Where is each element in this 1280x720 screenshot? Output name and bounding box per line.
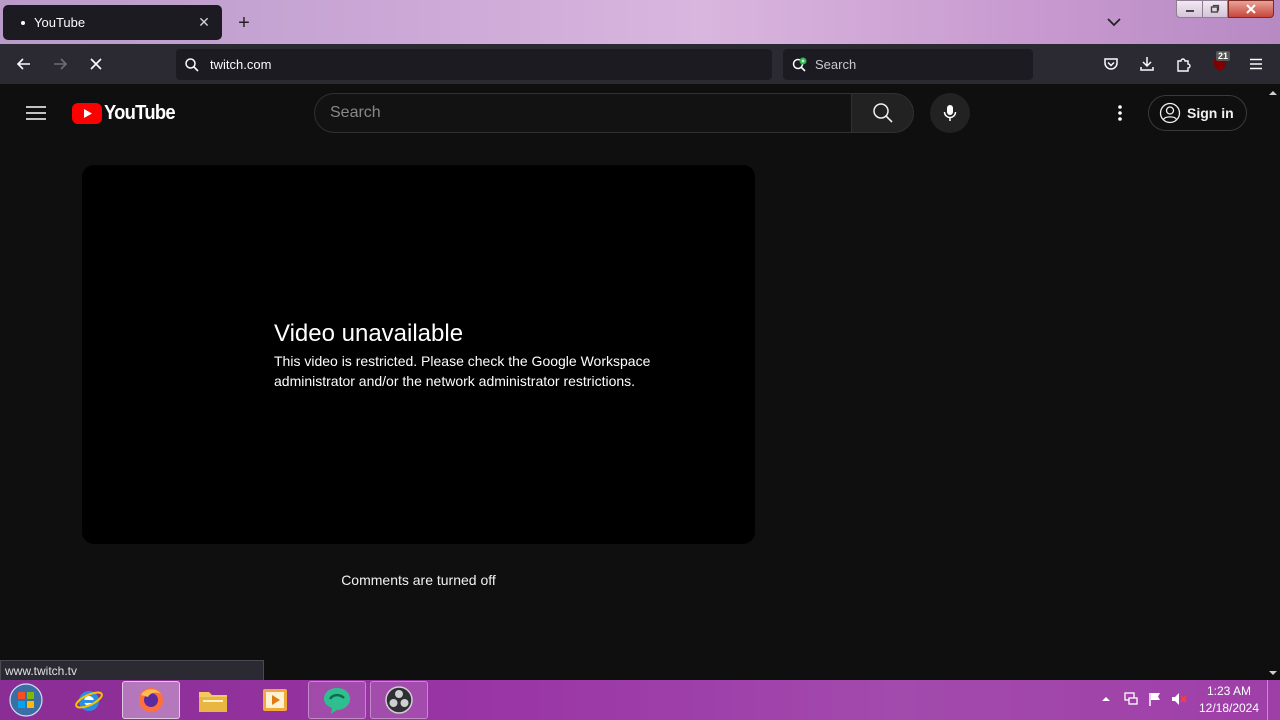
folder-icon bbox=[199, 692, 227, 712]
extension-count-badge: 21 bbox=[1216, 51, 1231, 61]
taskbar-file-explorer[interactable] bbox=[184, 681, 242, 719]
network-icon[interactable] bbox=[1122, 690, 1140, 708]
voice-search-button[interactable] bbox=[930, 93, 970, 133]
youtube-page: YouTube Search Sign in Video unavailable… bbox=[0, 84, 1266, 680]
comments-status: Comments are turned off bbox=[341, 572, 496, 588]
search-icon bbox=[185, 57, 199, 72]
scroll-up-icon[interactable] bbox=[1268, 88, 1278, 98]
taskbar-obs-studio[interactable] bbox=[370, 681, 428, 719]
tab-youtube[interactable]: YouTube ✕ bbox=[3, 5, 222, 40]
youtube-search-input[interactable]: Search bbox=[314, 93, 851, 133]
link-status-bar: www.twitch.tv bbox=[0, 660, 264, 682]
tab-close-icon[interactable]: ✕ bbox=[196, 14, 212, 31]
internet-explorer-icon bbox=[75, 691, 103, 711]
taskbar-firefox[interactable] bbox=[122, 681, 180, 719]
back-arrow-icon[interactable] bbox=[12, 52, 36, 76]
start-button[interactable] bbox=[4, 681, 48, 719]
browser-titlebar: YouTube ✕ + bbox=[0, 0, 1280, 44]
tab-title: YouTube bbox=[34, 15, 86, 30]
hamburger-menu-icon[interactable] bbox=[1246, 54, 1266, 74]
windows-taskbar: 1:23 AM 12/18/2024 bbox=[0, 680, 1280, 720]
windows-orb-icon bbox=[9, 683, 43, 717]
downloads-icon[interactable] bbox=[1137, 54, 1157, 74]
scroll-down-icon[interactable] bbox=[1268, 668, 1278, 678]
taskbar-chat-app[interactable] bbox=[308, 681, 366, 719]
taskbar-internet-explorer[interactable] bbox=[60, 681, 118, 719]
error-message: This video is restricted. Please check t… bbox=[274, 353, 651, 389]
firefox-icon bbox=[139, 688, 163, 712]
window-close-button[interactable] bbox=[1228, 0, 1274, 18]
stop-loading-icon[interactable] bbox=[84, 52, 108, 76]
window-restore-button[interactable] bbox=[1202, 0, 1228, 18]
error-title: Video unavailable bbox=[274, 320, 464, 347]
media-player-icon bbox=[263, 689, 287, 711]
list-all-tabs-icon[interactable] bbox=[1104, 12, 1124, 32]
more-options-icon[interactable] bbox=[1108, 101, 1132, 125]
address-bar[interactable]: twitch.com bbox=[176, 49, 772, 80]
page-scrollbar[interactable] bbox=[1266, 84, 1280, 680]
extensions-icon[interactable] bbox=[1174, 54, 1194, 74]
browser-search-placeholder: Search bbox=[815, 57, 857, 72]
show-hidden-icons-icon[interactable] bbox=[1097, 690, 1115, 708]
browser-toolbar: twitch.com Search 21 bbox=[0, 44, 1280, 84]
volume-muted-icon[interactable] bbox=[1170, 690, 1188, 708]
address-bar-url: twitch.com bbox=[210, 57, 272, 72]
guide-menu-icon[interactable] bbox=[24, 101, 48, 125]
sign-in-button[interactable]: Sign in bbox=[1148, 95, 1247, 131]
chat-bubble-icon bbox=[324, 688, 350, 714]
pocket-icon[interactable] bbox=[1101, 54, 1121, 74]
action-center-flag-icon[interactable] bbox=[1146, 690, 1164, 708]
forward-arrow-icon[interactable] bbox=[48, 52, 72, 76]
taskbar-media-player[interactable] bbox=[246, 681, 304, 719]
loading-dot-icon bbox=[21, 20, 25, 25]
new-tab-button[interactable]: + bbox=[232, 12, 256, 34]
obs-icon bbox=[385, 686, 413, 714]
window-minimize-button[interactable] bbox=[1176, 0, 1202, 18]
video-player[interactable]: Video unavailable This video is restrict… bbox=[82, 165, 755, 544]
youtube-wordmark: YouTube bbox=[104, 101, 176, 124]
clock-date: 12/18/2024 bbox=[1198, 701, 1260, 715]
clock-time: 1:23 AM bbox=[1206, 684, 1252, 698]
microphone-icon bbox=[943, 105, 957, 121]
youtube-logo[interactable]: YouTube bbox=[72, 102, 181, 124]
account-circle-icon bbox=[1159, 102, 1181, 124]
search-engine-icon bbox=[792, 57, 807, 72]
youtube-search-button[interactable] bbox=[851, 93, 914, 133]
sign-in-label: Sign in bbox=[1187, 105, 1234, 121]
browser-search-box[interactable]: Search bbox=[783, 49, 1033, 80]
youtube-search-bar: Search bbox=[314, 93, 914, 133]
search-icon bbox=[872, 103, 893, 123]
youtube-play-icon bbox=[72, 102, 102, 124]
system-clock[interactable]: 1:23 AM 12/18/2024 bbox=[1194, 683, 1264, 717]
show-desktop-button[interactable] bbox=[1267, 680, 1280, 720]
